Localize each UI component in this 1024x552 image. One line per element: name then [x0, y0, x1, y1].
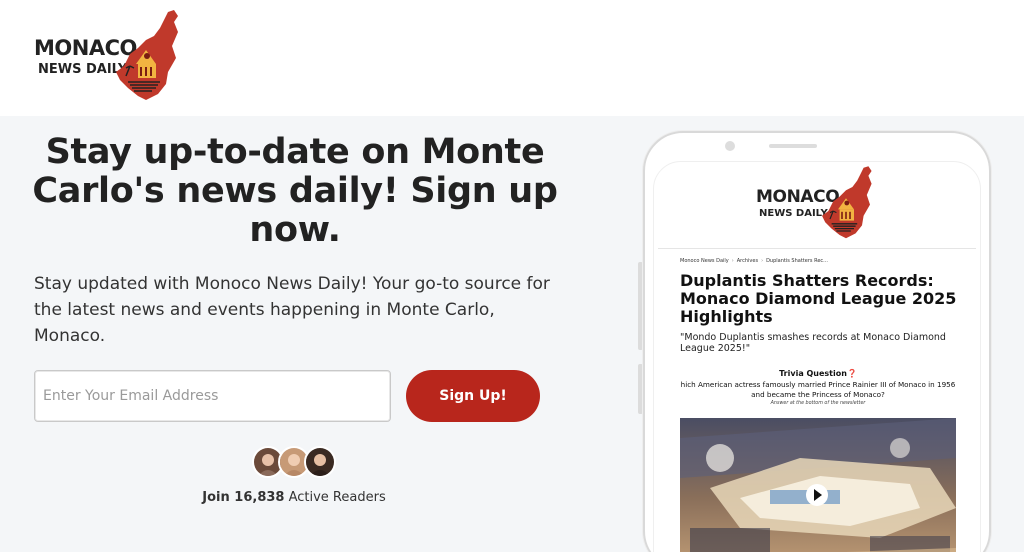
- preview-logo: MONACO NEWS DAILY: [750, 166, 880, 244]
- avatar: [304, 446, 336, 478]
- hero-headline: Stay up-to-date on Monte Carlo's news da…: [32, 132, 558, 250]
- breadcrumb-item: Duplantis Shatters Rec...: [766, 258, 828, 264]
- breadcrumb-item[interactable]: Archives: [737, 258, 758, 264]
- play-icon[interactable]: [806, 484, 828, 506]
- readers-label: Active Readers: [284, 490, 386, 505]
- breadcrumb-separator: ›: [731, 258, 734, 264]
- signup-button[interactable]: Sign Up!: [406, 370, 540, 422]
- hero-subtext: Stay updated with Monoco News Daily! You…: [34, 274, 550, 346]
- phone-speaker: [769, 144, 817, 148]
- reader-avatars: [252, 446, 338, 478]
- email-input[interactable]: [34, 370, 391, 422]
- newsletter-preview: MONACO NEWS DAILY Monoco News Daily › Arch…: [653, 161, 981, 552]
- trivia-title: Trivia Question❓: [779, 369, 857, 378]
- phone-camera: [725, 141, 735, 151]
- phone-mockup: MONACO NEWS DAILY Monoco News Daily › Arch…: [643, 131, 991, 552]
- video-thumbnail[interactable]: [680, 418, 956, 552]
- readers-count: Join 16,838: [202, 490, 285, 505]
- preview-divider: [658, 248, 976, 249]
- article-title: Duplantis Shatters Records: Monaco Diamo…: [680, 271, 957, 326]
- trivia-note: Answer at the bottom of the newsletter: [770, 401, 866, 406]
- site-logo[interactable]: MONACO NEWS DAILY: [32, 10, 192, 104]
- site-header: MONACO NEWS DAILY: [0, 0, 1024, 116]
- breadcrumb: Monoco News Daily › Archives › Duplantis Sha…: [680, 258, 828, 264]
- active-readers-text: Join 16,838 Active Readers: [34, 490, 554, 505]
- breadcrumb-item[interactable]: Monoco News Daily: [680, 258, 729, 264]
- trivia-question: hich American actress famously married P…: [680, 380, 956, 399]
- monaco-map-logo-icon: [822, 166, 872, 239]
- article-subtitle: "Mondo Duplantis smashes records at Mona…: [680, 332, 946, 354]
- breadcrumb-separator: ›: [761, 258, 764, 264]
- monaco-map-logo-icon: [116, 10, 178, 100]
